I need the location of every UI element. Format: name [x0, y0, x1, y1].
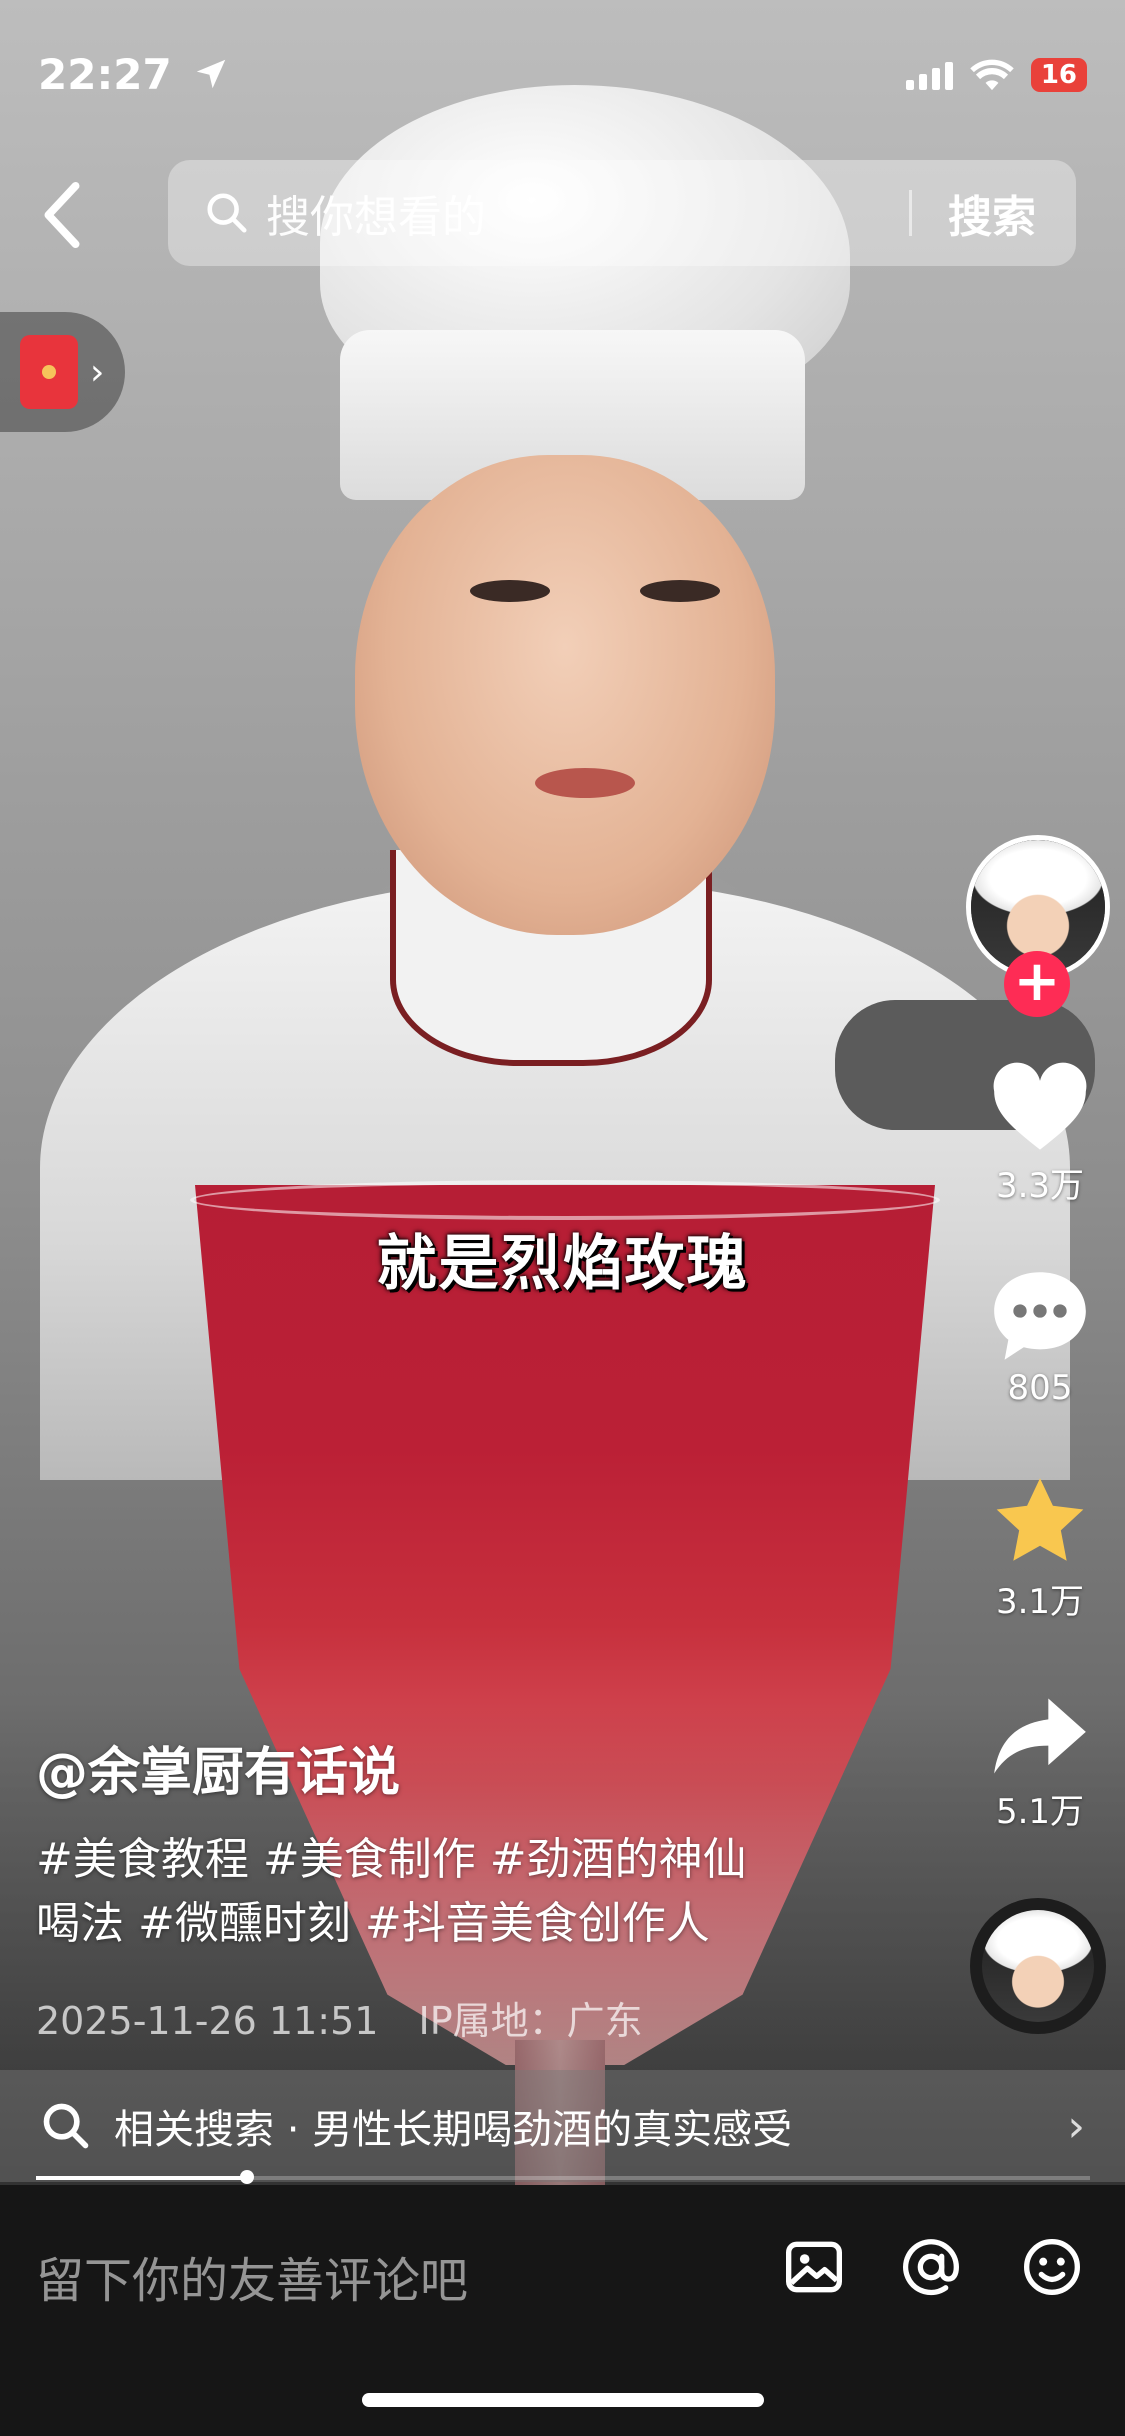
battery-indicator: 16 — [1030, 58, 1087, 92]
red-packet-widget[interactable]: › — [0, 312, 125, 432]
chevron-right-icon: › — [90, 351, 105, 393]
music-disc[interactable] — [970, 1898, 1106, 2034]
chevron-left-icon — [44, 181, 80, 249]
video-chef-face — [355, 455, 775, 935]
follow-button[interactable]: + — [1004, 951, 1070, 1017]
status-time: 22:27 — [38, 50, 230, 99]
comment-button[interactable]: 805 — [975, 1268, 1105, 1408]
video-subtitle: 就是烈焰玫瑰 — [376, 1229, 749, 1299]
search-icon — [207, 193, 247, 233]
status-indicators: 16 — [905, 58, 1087, 92]
location-arrow-icon — [197, 59, 226, 89]
share-button[interactable]: 5.1万 — [975, 1692, 1105, 1833]
playback-progress-bar[interactable] — [36, 2170, 1090, 2184]
comment-count: 805 — [1007, 1368, 1073, 1408]
search-bar[interactable]: 搜你想看的 搜索 — [168, 160, 1076, 266]
red-envelope-icon — [20, 335, 78, 409]
video-eye-left — [470, 580, 550, 602]
star-icon — [996, 1478, 1084, 1561]
progress-fill — [36, 2176, 247, 2180]
home-indicator[interactable] — [362, 2393, 764, 2407]
comment-bar: 留下你的友善评论吧 — [0, 2185, 1125, 2436]
search-input[interactable]: 搜你想看的 — [266, 181, 909, 245]
hashtag-continuation[interactable]: 喝法 — [36, 1898, 124, 1949]
comment-input[interactable]: 留下你的友善评论吧 — [36, 2241, 468, 2311]
share-arrow-icon — [994, 1698, 1086, 1774]
hashtag[interactable]: #微醺时刻 — [138, 1898, 351, 1949]
share-count: 5.1万 — [995, 1792, 1085, 1832]
like-count: 3.3万 — [995, 1166, 1085, 1206]
image-icon[interactable] — [782, 2235, 846, 2299]
hashtag[interactable]: #抖音美食创作人 — [365, 1898, 710, 1949]
chevron-right-icon: › — [1067, 2100, 1085, 2152]
post-date: 2025-11-26 11:51 — [36, 1999, 379, 2043]
hashtag[interactable]: #美食教程 — [36, 1834, 249, 1885]
video-glass-rim — [190, 1180, 940, 1220]
music-disc-cover — [982, 1910, 1094, 2022]
author-name[interactable]: @余掌厨有话说 — [36, 1730, 400, 1805]
related-search-text: 相关搜索 · 男性长期喝劲酒的真实感受 — [114, 2107, 793, 2153]
video-mouth — [535, 768, 635, 798]
hashtag[interactable]: #美食制作 — [263, 1834, 476, 1885]
post-meta: 2025-11-26 11:51 IP属地：广东 — [36, 1990, 643, 2045]
emoji-icon[interactable] — [1020, 2235, 1084, 2299]
related-search-bar[interactable]: 相关搜索 · 男性长期喝劲酒的真实感受 › — [0, 2070, 1125, 2182]
wifi-icon — [970, 59, 1014, 91]
video-eye-right — [640, 580, 720, 602]
comment-bubble-icon — [994, 1272, 1086, 1360]
hashtag[interactable]: #劲酒的神仙 — [490, 1834, 747, 1885]
favorite-button[interactable]: 3.1万 — [975, 1474, 1105, 1623]
heart-icon — [993, 1062, 1087, 1150]
at-icon[interactable] — [899, 2235, 963, 2299]
progress-handle[interactable] — [239, 2170, 254, 2184]
cellular-signal-icon — [905, 60, 953, 90]
back-button[interactable] — [40, 170, 100, 260]
search-button[interactable]: 搜索 — [912, 181, 1076, 245]
post-ip-location: IP属地：广东 — [418, 1999, 643, 2043]
like-button[interactable]: 3.3万 — [975, 1062, 1105, 1207]
post-tags: #美食教程 #美食制作 #劲酒的神仙 喝法 #微醺时刻 #抖音美食创作人 — [36, 1828, 896, 1956]
search-icon — [43, 2103, 89, 2149]
status-time-text: 22:27 — [38, 50, 172, 99]
favorite-count: 3.1万 — [995, 1582, 1085, 1622]
